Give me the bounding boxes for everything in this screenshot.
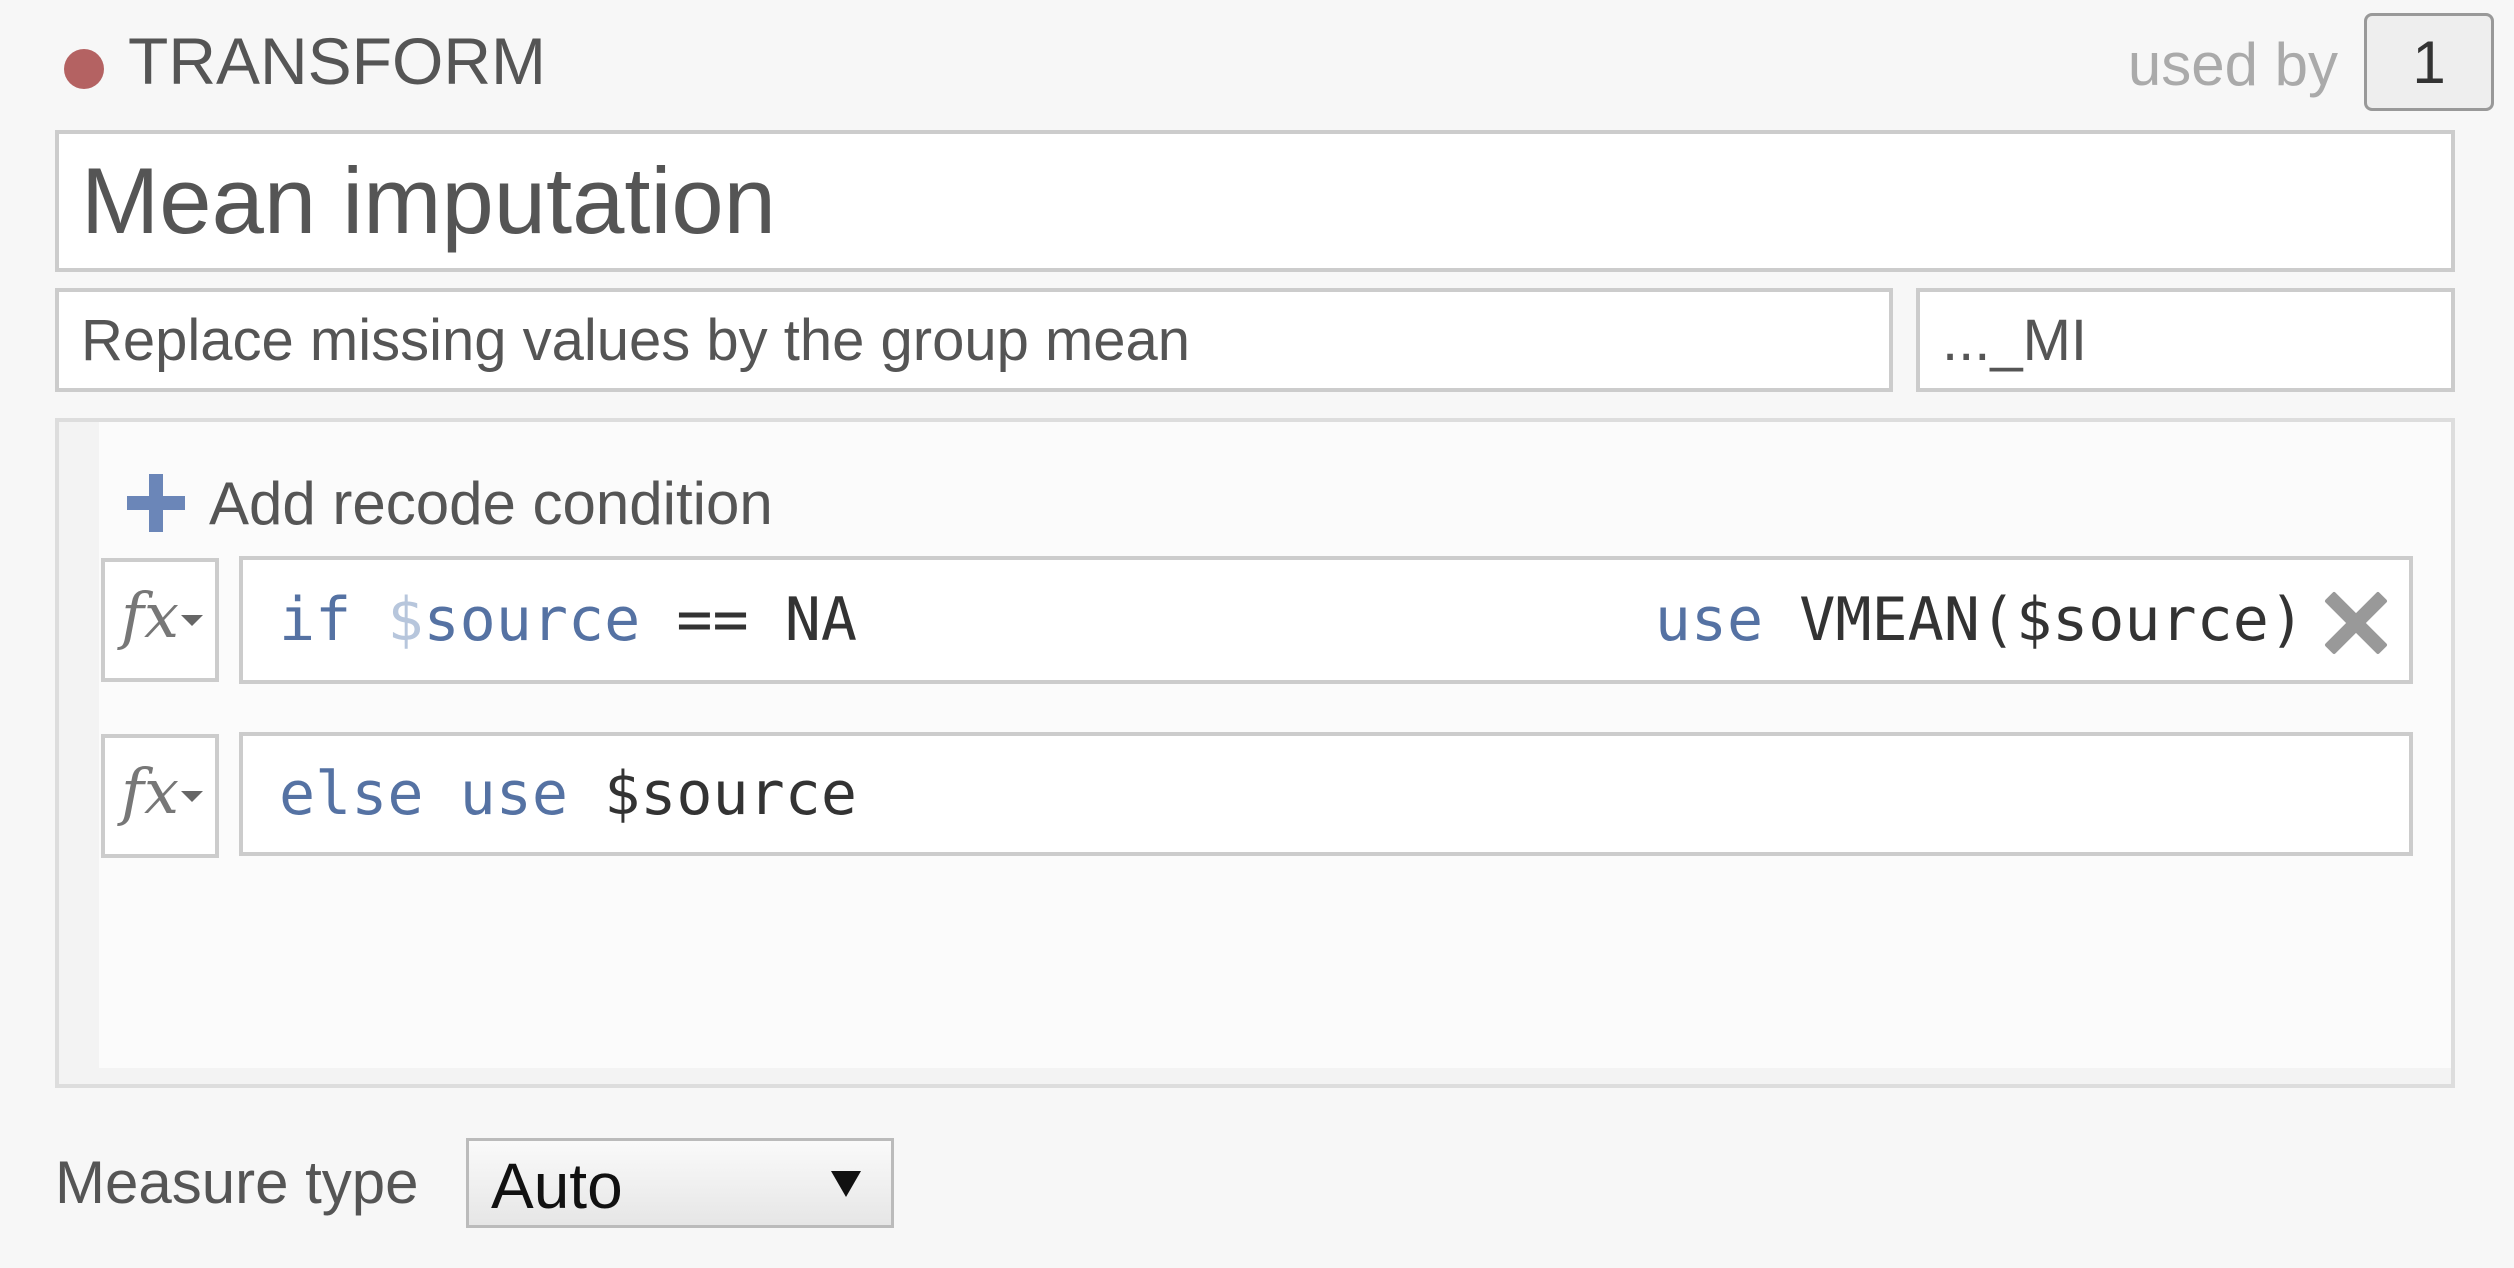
measure-type-label: Measure type <box>55 1149 419 1216</box>
used-by-label: used by <box>2127 31 2338 98</box>
recode-rule-if[interactable]: if $ source == NA use VMEAN($source) <box>239 556 2413 684</box>
plus-icon <box>127 474 185 532</box>
rule-else[interactable]: else use $source <box>279 736 857 852</box>
result-expression: VMEAN($source) <box>1799 585 2305 655</box>
source-variable: source <box>423 585 641 655</box>
use-keyword: use <box>1654 585 1764 655</box>
caret-down-icon <box>831 1171 861 1197</box>
dollar-sign: $ <box>387 585 424 655</box>
transform-description-input[interactable] <box>55 288 1893 392</box>
caret-down-icon <box>181 791 203 802</box>
suffix-input[interactable] <box>1916 288 2455 392</box>
fx-icon: fx <box>121 755 179 828</box>
close-icon[interactable] <box>2323 591 2387 655</box>
measure-type-value: Auto <box>491 1150 623 1222</box>
status-dot-icon <box>64 49 104 89</box>
rule-condition[interactable]: if $ source == NA <box>279 560 857 680</box>
fx-menu-button[interactable]: fx <box>101 734 219 858</box>
caret-down-icon <box>181 615 203 626</box>
else-keyword: else <box>279 759 424 829</box>
else-expression: $source <box>604 759 857 829</box>
use-keyword: use <box>459 759 568 829</box>
fx-icon: fx <box>121 579 179 652</box>
transform-header: TRANSFORM used by 1 <box>0 0 2514 125</box>
recode-panel: Add recode condition fx if $ source == NA… <box>55 418 2455 1088</box>
rule-result[interactable]: use VMEAN($source) <box>1655 560 2305 680</box>
section-title: TRANSFORM <box>128 24 546 98</box>
measure-type-select[interactable]: Auto <box>466 1138 894 1228</box>
condition-operator-value: == NA <box>676 585 857 655</box>
recode-rule-else[interactable]: else use $source <box>239 732 2413 856</box>
transform-name-input[interactable] <box>55 130 2455 272</box>
add-recode-condition-button[interactable]: Add recode condition <box>127 458 773 548</box>
add-recode-condition-label: Add recode condition <box>209 469 773 537</box>
fx-menu-button[interactable]: fx <box>101 558 219 682</box>
used-by-count-button[interactable]: 1 <box>2364 13 2494 111</box>
if-keyword: if <box>279 585 352 655</box>
